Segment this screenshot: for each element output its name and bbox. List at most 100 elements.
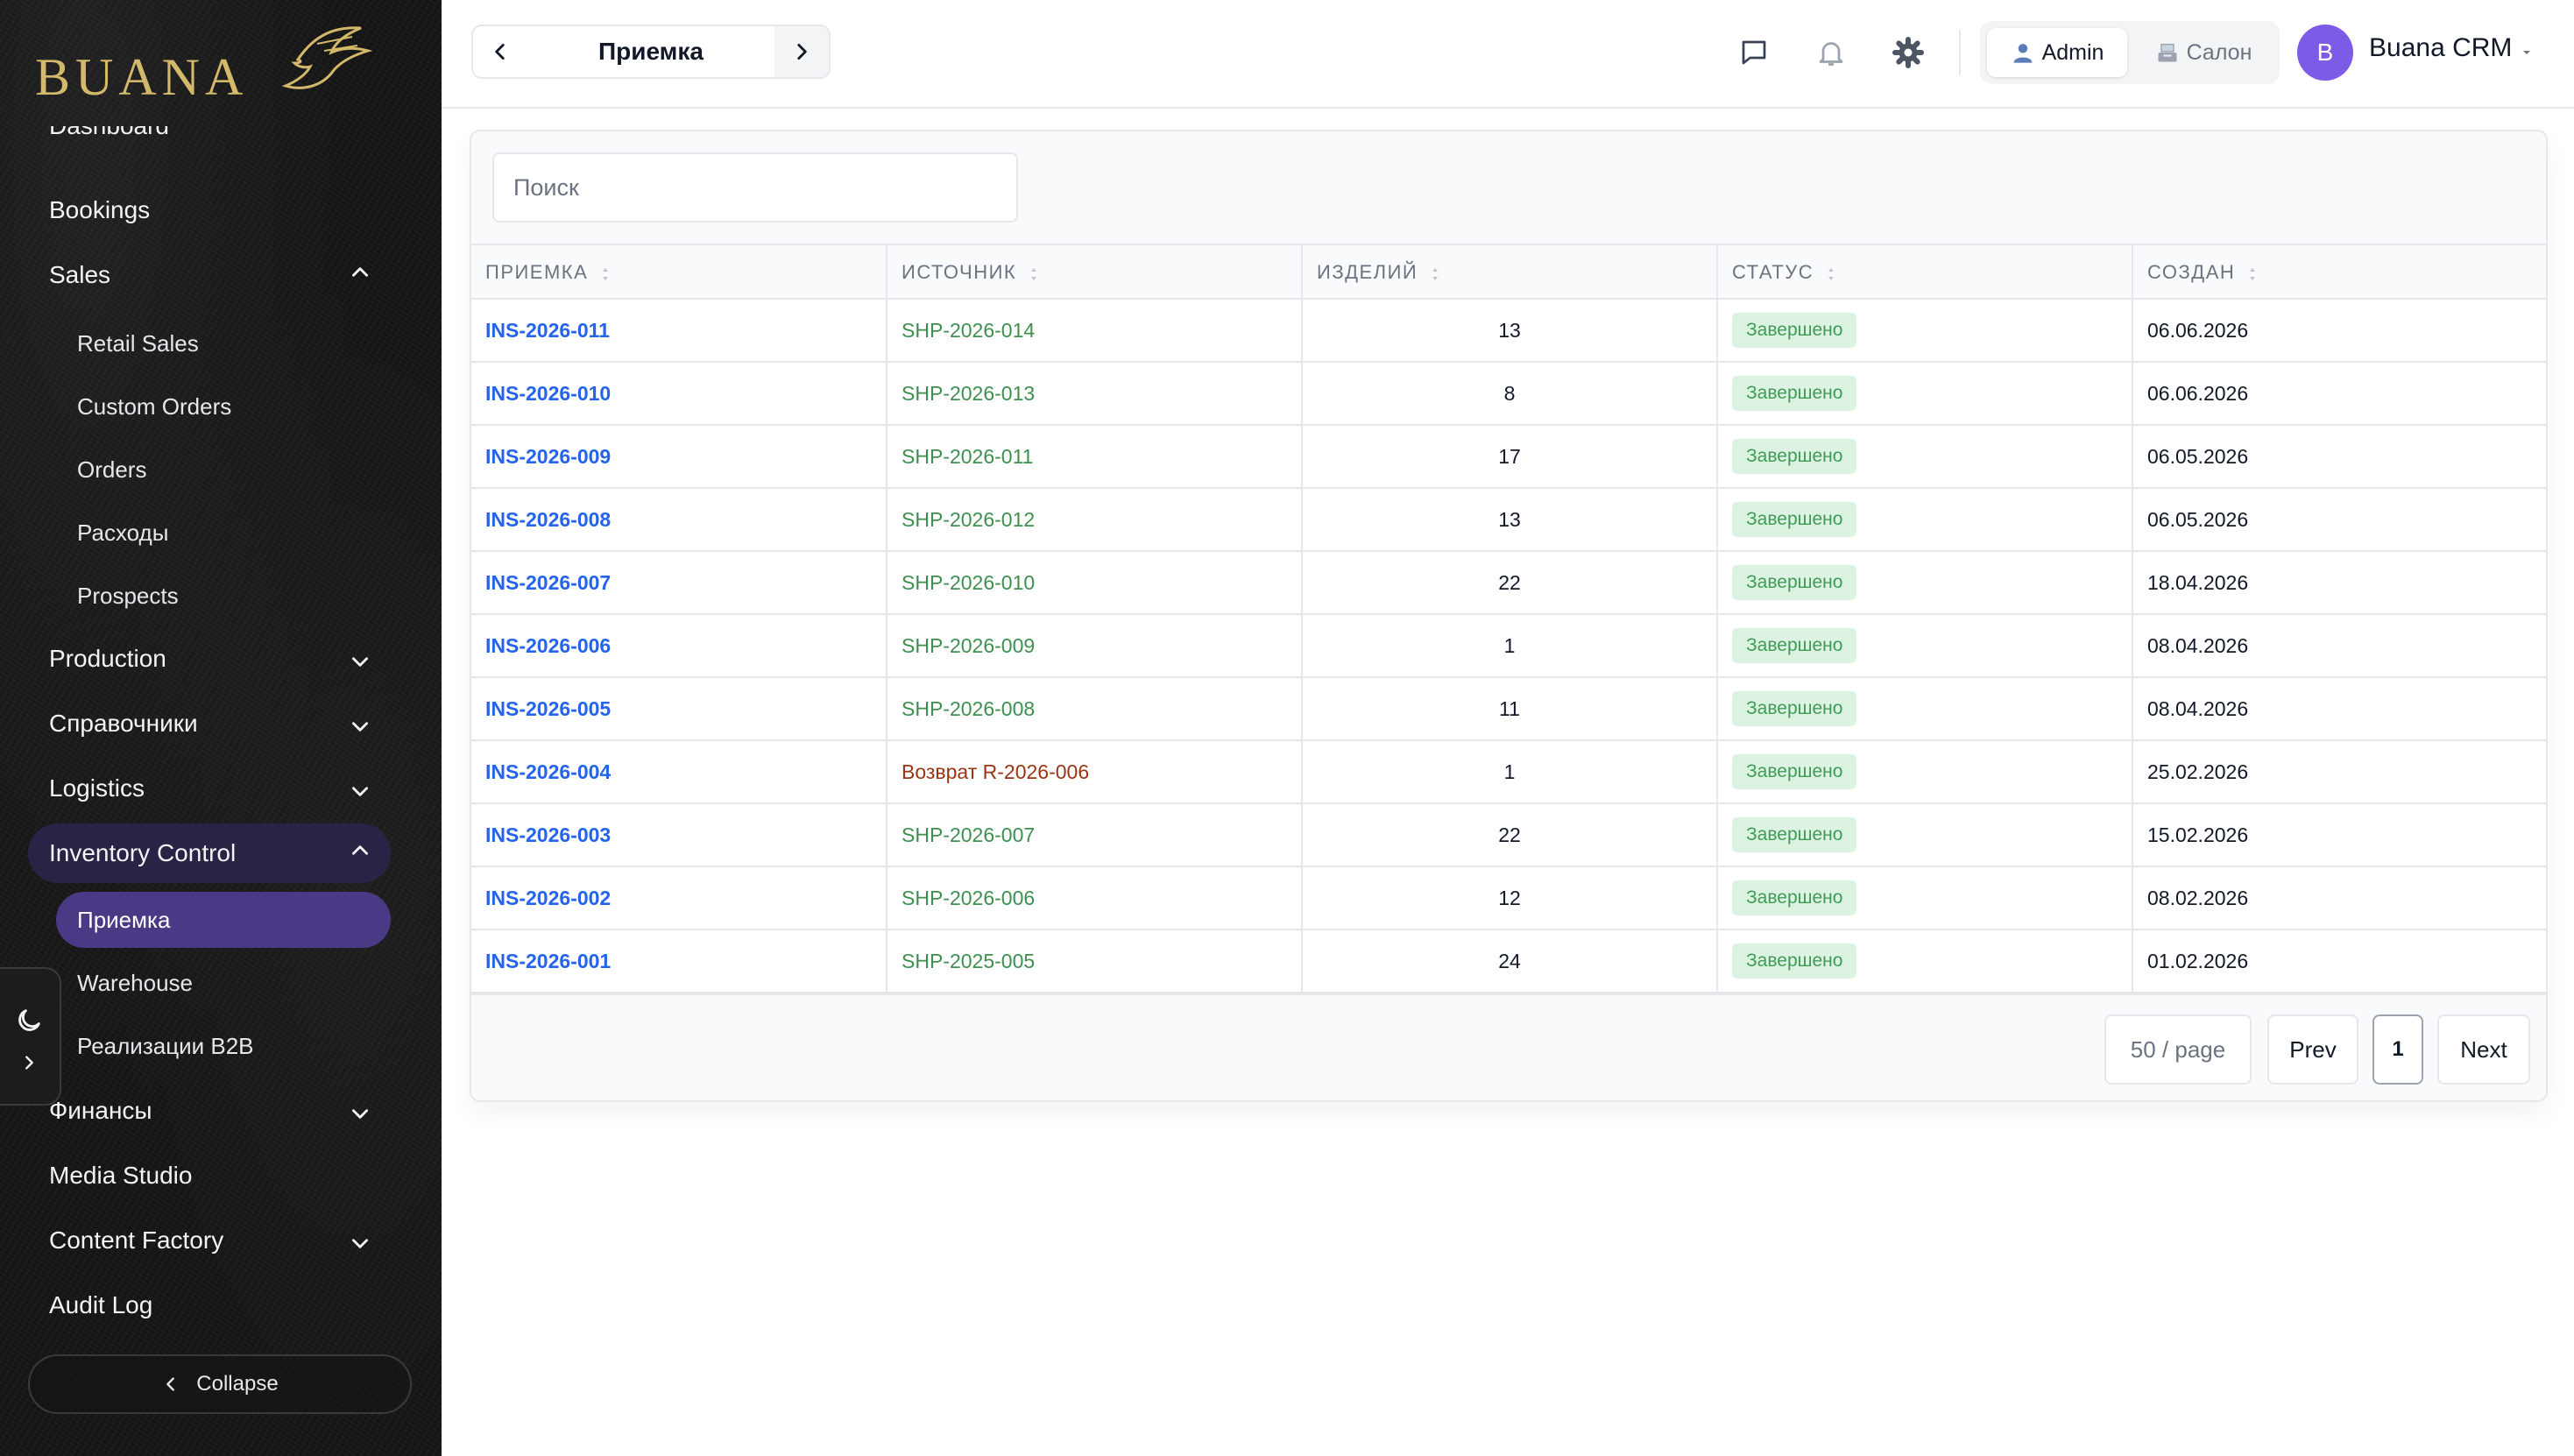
sidebar-item-production[interactable]: Production bbox=[49, 641, 166, 676]
sort-icon[interactable] bbox=[1430, 265, 1440, 280]
source-link[interactable]: SHP-2026-010 bbox=[902, 571, 1035, 595]
source-link[interactable]: SHP-2026-006 bbox=[902, 887, 1035, 910]
theme-toggle-tab[interactable] bbox=[0, 967, 61, 1106]
page-size-select[interactable]: 50 / page bbox=[2104, 1014, 2252, 1085]
column-header-status[interactable]: СТАТУС bbox=[1718, 245, 2133, 300]
table-row[interactable]: INS-2026-011 SHP-2026-014 13 Завершено 0… bbox=[471, 300, 2546, 363]
table-row[interactable]: INS-2026-003 SHP-2026-007 22 Завершено 1… bbox=[471, 804, 2546, 867]
sidebar-item-content-factory[interactable]: Content Factory bbox=[49, 1223, 223, 1258]
return-source-link[interactable]: Возврат R-2026-006 bbox=[902, 760, 1089, 784]
receiving-id-link[interactable]: INS-2026-005 bbox=[485, 697, 611, 721]
chevron-right-icon[interactable] bbox=[19, 1053, 39, 1072]
status-badge: Завершено bbox=[1732, 502, 1857, 537]
chevron-down-icon[interactable] bbox=[349, 780, 371, 802]
buana-logo[interactable]: BUANA bbox=[35, 25, 377, 106]
receiving-id-link[interactable]: INS-2026-010 bbox=[485, 382, 611, 406]
sidebar-subitem-expenses[interactable]: Расходы bbox=[77, 515, 168, 550]
table-row[interactable]: INS-2026-004 Возврат R-2026-006 1 Заверш… bbox=[471, 741, 2546, 804]
role-admin-button[interactable]: Admin bbox=[1987, 28, 2127, 77]
avatar[interactable]: B bbox=[2297, 25, 2353, 81]
forward-button[interactable] bbox=[774, 26, 829, 77]
table-row[interactable]: INS-2026-009 SHP-2026-011 17 Завершено 0… bbox=[471, 426, 2546, 489]
source-link[interactable]: SHP-2026-008 bbox=[902, 697, 1035, 721]
bell-icon[interactable] bbox=[1815, 37, 1847, 68]
prev-page-button[interactable]: Prev bbox=[2267, 1014, 2358, 1085]
sidebar-item-audit-log[interactable]: Audit Log bbox=[49, 1288, 152, 1323]
page-number-button[interactable]: 1 bbox=[2372, 1014, 2423, 1085]
table-row[interactable]: INS-2026-005 SHP-2026-008 11 Завершено 0… bbox=[471, 678, 2546, 741]
status-badge: Завершено bbox=[1732, 376, 1857, 411]
sidebar-item-logistics[interactable]: Logistics bbox=[49, 771, 145, 806]
sidebar-subitem-prospects[interactable]: Prospects bbox=[77, 578, 179, 613]
sidebar-item-inventory-control[interactable]: Inventory Control bbox=[49, 836, 236, 871]
table-row[interactable]: INS-2026-006 SHP-2026-009 1 Завершено 08… bbox=[471, 615, 2546, 678]
column-header-receiving[interactable]: ПРИЕМКА bbox=[471, 245, 887, 300]
user-name[interactable]: Buana CRM bbox=[2369, 33, 2512, 63]
source-link[interactable]: SHP-2026-007 bbox=[902, 823, 1035, 847]
caret-down-icon[interactable] bbox=[2520, 46, 2534, 60]
table-row[interactable]: INS-2026-002 SHP-2026-006 12 Завершено 0… bbox=[471, 867, 2546, 930]
source-link[interactable]: SHP-2026-011 bbox=[902, 445, 1033, 469]
sidebar-subitem-orders[interactable]: Orders bbox=[77, 452, 146, 487]
receiving-id-link[interactable]: INS-2026-002 bbox=[485, 887, 611, 910]
receiving-id-link[interactable]: INS-2026-008 bbox=[485, 508, 611, 532]
receiving-id-link[interactable]: INS-2026-007 bbox=[485, 571, 611, 595]
column-header-items[interactable]: ИЗДЕЛИЙ bbox=[1303, 245, 1718, 300]
items-count: 22 bbox=[1303, 804, 1718, 866]
items-count: 13 bbox=[1303, 300, 1718, 361]
sidebar-subitem-warehouse[interactable]: Warehouse bbox=[77, 965, 193, 1000]
receiving-id-link[interactable]: INS-2026-004 bbox=[485, 760, 611, 784]
sidebar-item-sales[interactable]: Sales bbox=[49, 258, 110, 293]
chevron-up-icon[interactable] bbox=[349, 839, 371, 862]
source-link[interactable]: SHP-2026-012 bbox=[902, 508, 1035, 532]
receiving-id-link[interactable]: INS-2026-001 bbox=[485, 950, 611, 973]
back-button[interactable] bbox=[473, 26, 527, 77]
sidebar-item-directories[interactable]: Справочники bbox=[49, 706, 198, 741]
moon-icon[interactable] bbox=[14, 1006, 44, 1035]
status-badge: Завершено bbox=[1732, 439, 1857, 474]
sidebar-item-finance[interactable]: Финансы bbox=[49, 1093, 152, 1128]
receiving-id-link[interactable]: INS-2026-003 bbox=[485, 823, 611, 847]
items-count: 11 bbox=[1303, 678, 1718, 739]
source-link[interactable]: SHP-2026-009 bbox=[902, 634, 1035, 658]
column-header-created[interactable]: СОЗДАН bbox=[2133, 245, 2546, 300]
source-link[interactable]: SHP-2025-005 bbox=[902, 950, 1035, 973]
receiving-id-link[interactable]: INS-2026-011 bbox=[485, 319, 610, 343]
gear-icon[interactable] bbox=[1892, 37, 1924, 68]
sidebar-subitem-receiving[interactable]: Приемка bbox=[77, 902, 170, 937]
sort-icon[interactable] bbox=[2247, 265, 2258, 280]
collapse-sidebar-button[interactable]: Collapse bbox=[28, 1354, 412, 1414]
chevron-down-icon[interactable] bbox=[349, 715, 371, 738]
chevron-up-icon[interactable] bbox=[349, 261, 371, 284]
table-row[interactable]: INS-2026-001 SHP-2025-005 24 Завершено 0… bbox=[471, 930, 2546, 993]
sort-icon[interactable] bbox=[600, 265, 611, 280]
table-row[interactable]: INS-2026-008 SHP-2026-012 13 Завершено 0… bbox=[471, 489, 2546, 552]
column-header-source[interactable]: ИСТОЧНИК bbox=[887, 245, 1303, 300]
search-input[interactable] bbox=[492, 152, 1018, 223]
sort-icon[interactable] bbox=[1029, 265, 1039, 280]
sidebar-subitem-retail-sales[interactable]: Retail Sales bbox=[77, 326, 199, 361]
role-salon-button[interactable]: Салон bbox=[2134, 28, 2273, 77]
sort-icon[interactable] bbox=[1826, 265, 1836, 280]
sidebar-item-media-studio[interactable]: Media Studio bbox=[49, 1158, 192, 1193]
table-row[interactable]: INS-2026-010 SHP-2026-013 8 Завершено 06… bbox=[471, 363, 2546, 426]
table-body: INS-2026-011 SHP-2026-014 13 Завершено 0… bbox=[471, 300, 2546, 993]
sidebar-subitem-b2b-sales[interactable]: Реализации B2B bbox=[77, 1028, 254, 1064]
chevron-down-icon[interactable] bbox=[349, 650, 371, 673]
receiving-id-link[interactable]: INS-2026-006 bbox=[485, 634, 611, 658]
source-link[interactable]: SHP-2026-013 bbox=[902, 382, 1035, 406]
sidebar-item-dashboard[interactable]: Dashboard bbox=[49, 126, 169, 158]
table-row[interactable]: INS-2026-007 SHP-2026-010 22 Завершено 1… bbox=[471, 552, 2546, 615]
next-page-button[interactable]: Next bbox=[2437, 1014, 2530, 1085]
chevron-right-icon bbox=[797, 44, 807, 60]
sidebar-item-bookings[interactable]: Bookings bbox=[49, 193, 150, 228]
created-date: 08.04.2026 bbox=[2147, 633, 2249, 657]
items-count: 12 bbox=[1303, 867, 1718, 929]
chevron-down-icon[interactable] bbox=[349, 1102, 371, 1125]
sidebar: BUANA Dashboard Bookings Sales Retail Sa… bbox=[0, 0, 442, 1456]
sidebar-subitem-custom-orders[interactable]: Custom Orders bbox=[77, 389, 231, 424]
source-link[interactable]: SHP-2026-014 bbox=[902, 319, 1035, 343]
chat-icon[interactable] bbox=[1738, 37, 1770, 68]
receiving-id-link[interactable]: INS-2026-009 bbox=[485, 445, 611, 469]
chevron-down-icon[interactable] bbox=[349, 1232, 371, 1255]
